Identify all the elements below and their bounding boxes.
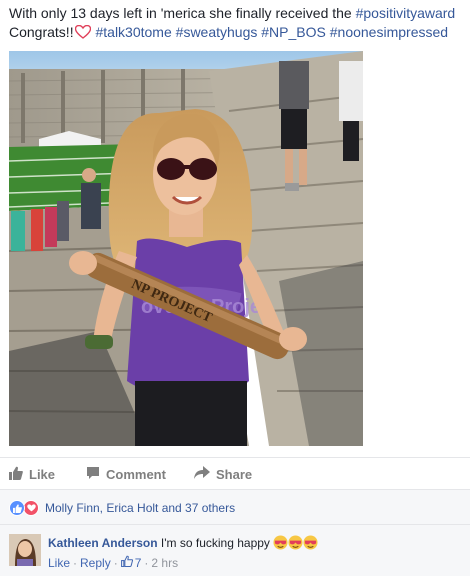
- thumbs-up-icon: [9, 466, 23, 483]
- comment-timestamp[interactable]: 2 hrs: [151, 556, 178, 570]
- heart-eyes-sunglasses-emoji-icon: [273, 535, 288, 554]
- post-photo[interactable]: ovemb Projec NP PROJECT: [9, 51, 363, 446]
- post-caption: With only 13 days left in 'merica she fi…: [9, 5, 356, 21]
- meta-separator: ·: [144, 555, 149, 570]
- thumbs-up-outline-icon: [120, 555, 133, 570]
- like-button[interactable]: Like: [9, 465, 55, 483]
- post-text: With only 13 days left in 'merica she fi…: [9, 4, 464, 44]
- heart-eyes-sunglasses-emoji-icon: [303, 535, 318, 554]
- post-actions-bar: Like Comment Share: [0, 457, 470, 487]
- comment-like-count-value: 7: [134, 555, 142, 570]
- like-label: Like: [29, 466, 56, 482]
- comment-button[interactable]: Comment: [86, 465, 166, 483]
- heart-eyes-sunglasses-emoji-icon: [288, 535, 303, 554]
- comment-reply-link[interactable]: Reply: [80, 556, 111, 570]
- meta-separator: ·: [113, 555, 118, 570]
- commenter-name[interactable]: Kathleen Anderson: [48, 536, 158, 550]
- share-arrow-icon: [194, 465, 210, 483]
- comment-body: Kathleen Anderson I'm so fucking happy: [48, 535, 318, 554]
- hashtag-noonesimpressed[interactable]: #noonesimpressed: [330, 24, 448, 40]
- comment-bubble-icon: [86, 466, 100, 483]
- hashtag-talk30tome[interactable]: #talk30tome: [95, 24, 171, 40]
- meta-separator: ·: [73, 555, 78, 570]
- comment-text: I'm so fucking happy: [160, 536, 270, 550]
- reactors-summary-link[interactable]: Molly Finn, Erica Holt and 37 others: [45, 501, 235, 515]
- like-icon: [9, 500, 25, 516]
- congrats-text: Congrats!!: [9, 24, 74, 40]
- comment-item: Kathleen Anderson I'm so fucking happy L…: [0, 525, 470, 576]
- share-label: Share: [216, 466, 253, 482]
- comment-meta: Like · Reply · 7 · 2 hrs: [48, 555, 178, 570]
- hashtag-np-bos[interactable]: #NP_BOS: [261, 24, 326, 40]
- share-button[interactable]: Share: [194, 465, 252, 483]
- hashtag-positivityaward[interactable]: #positivityaward: [356, 5, 456, 21]
- reactions-summary-bar: Molly Finn, Erica Holt and 37 others: [0, 489, 470, 525]
- comment-label: Comment: [106, 466, 166, 482]
- comment-like-count[interactable]: 7: [120, 555, 142, 570]
- love-icon: [23, 500, 39, 516]
- heart-emoji-icon: [74, 24, 91, 44]
- commenter-avatar[interactable]: [9, 534, 41, 566]
- stadium-photo-illustration: ovemb Projec NP PROJECT: [9, 51, 363, 446]
- hashtag-sweatyhugs[interactable]: #sweatyhugs: [176, 24, 258, 40]
- reaction-icons[interactable]: [9, 500, 39, 516]
- comment-like-link[interactable]: Like: [48, 556, 70, 570]
